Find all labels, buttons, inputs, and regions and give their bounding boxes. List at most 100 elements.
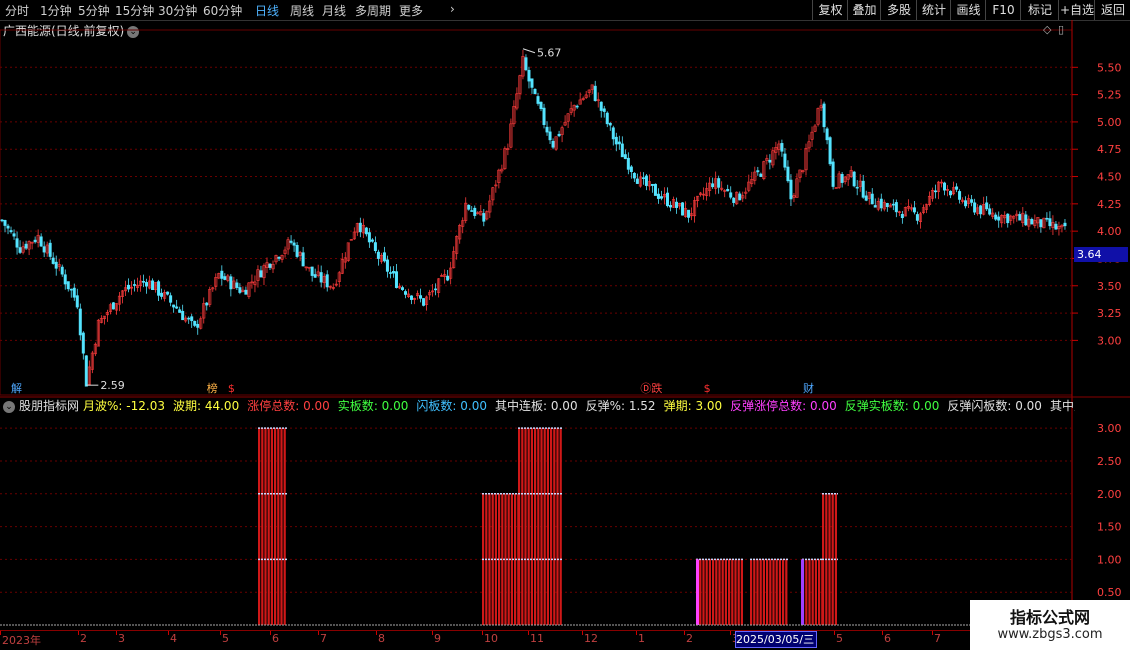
period-tab-4[interactable]: 30分钟 <box>158 2 197 19</box>
date-tick <box>730 631 731 635</box>
field-value: 0.00 <box>381 399 409 413</box>
event-marker[interactable]: $ <box>704 382 711 395</box>
watermark-url: www.zbgs3.com <box>997 627 1103 642</box>
date-tick <box>482 631 483 635</box>
period-tab-2[interactable]: 5分钟 <box>78 2 110 19</box>
toolbar-button-0[interactable]: 复权 <box>812 0 848 20</box>
candle-body <box>786 166 790 182</box>
indicator-field: 闪板数: 0.00 <box>416 399 491 413</box>
y-tick-label: 5.25 <box>1097 89 1122 102</box>
indicator-bar <box>518 428 521 625</box>
candle-body <box>132 284 136 286</box>
diamond-icon[interactable]: ◇ <box>1043 23 1052 36</box>
indicator-bar <box>782 559 785 625</box>
period-tab-1[interactable]: 1分钟 <box>40 2 72 19</box>
period-tab-5[interactable]: 60分钟 <box>203 2 242 19</box>
kline-chart[interactable]: 5.505.255.004.754.504.254.003.753.503.25… <box>0 20 1130 630</box>
indicator-bar <box>808 559 811 625</box>
candle-body <box>611 127 615 140</box>
candle-body <box>172 304 176 308</box>
date-tick <box>318 631 319 635</box>
candle-body <box>289 240 293 243</box>
chevron-right-icon[interactable]: › <box>450 2 455 16</box>
candle-body <box>632 172 636 179</box>
period-tab-6[interactable]: 日线 <box>255 2 279 19</box>
period-tab-3[interactable]: 15分钟 <box>115 2 154 19</box>
toolbar-button-8[interactable]: 返回 <box>1094 0 1130 20</box>
period-tab-8[interactable]: 月线 <box>322 2 346 19</box>
toolbar-button-7[interactable]: +自选 <box>1058 0 1095 20</box>
field-sep: : <box>196 399 205 413</box>
indicator-menu-icon[interactable]: ⌄ <box>3 400 15 413</box>
event-marker[interactable]: $ <box>228 382 235 395</box>
candle-body <box>675 201 679 208</box>
date-tick <box>116 631 117 635</box>
event-marker[interactable]: 解 <box>11 381 22 395</box>
indicator-bar <box>778 559 781 625</box>
candle-body <box>196 323 200 328</box>
selected-date: 2025/03/05/三 <box>735 631 817 648</box>
candle-body <box>482 213 486 222</box>
candle-body <box>422 298 426 306</box>
toolbar-button-5[interactable]: F10 <box>985 0 1021 20</box>
candle-body <box>973 202 977 213</box>
candle-body <box>358 222 362 233</box>
candle-body <box>1045 217 1049 220</box>
current-price-tag: 3.64 <box>1074 247 1128 262</box>
candle-body <box>111 302 115 310</box>
candle-body <box>385 259 389 272</box>
candle-body <box>900 213 904 219</box>
candle-body <box>15 238 19 248</box>
candle-body <box>970 199 974 203</box>
indicator-bar <box>734 559 737 625</box>
indicator-bar <box>753 559 756 625</box>
candle-body <box>193 320 197 326</box>
candle-body <box>985 202 989 210</box>
event-marker[interactable]: 榜 <box>207 381 218 395</box>
date-label: 1 <box>638 632 645 645</box>
candle-body <box>72 287 76 298</box>
event-marker[interactable]: 财 <box>803 381 814 395</box>
candle-body <box>943 182 947 191</box>
indicator-bar <box>274 428 277 625</box>
field-label: 实板数 <box>337 399 374 413</box>
candle-body <box>768 159 772 163</box>
candle-body <box>783 153 787 168</box>
date-label: 9 <box>434 632 441 645</box>
toolbar-button-4[interactable]: 画线 <box>950 0 986 20</box>
candle-body <box>1018 214 1022 221</box>
candle-body <box>473 207 477 216</box>
candle-body <box>536 96 540 104</box>
candle-body <box>542 107 546 125</box>
indicator-bar <box>769 559 772 625</box>
toolbar-button-3[interactable]: 统计 <box>916 0 951 20</box>
event-marker[interactable]: Ⓓ跌 <box>640 381 662 395</box>
period-tab-10[interactable]: 更多 <box>399 2 423 19</box>
period-tab-7[interactable]: 周线 <box>290 2 314 19</box>
candle-body <box>18 247 22 253</box>
period-tab-9[interactable]: 多周期 <box>355 2 391 19</box>
candle-body <box>446 275 450 281</box>
y-tick-label: 5.00 <box>1097 116 1122 129</box>
candle-body <box>653 183 657 196</box>
candle-body <box>726 188 730 192</box>
candle-body <box>325 274 329 288</box>
candle-body <box>410 295 414 300</box>
candle-body <box>681 202 685 216</box>
indicator-y-tick: 0.50 <box>1097 586 1122 599</box>
toolbar-button-1[interactable]: 叠加 <box>847 0 881 20</box>
indicator-bar <box>530 428 533 625</box>
candle-body <box>391 271 395 274</box>
indicator-field: 其中反弹连板: 0.00 <box>1050 399 1075 413</box>
candle-body <box>66 281 70 290</box>
period-tab-0[interactable]: 分时 <box>5 2 29 19</box>
candle-body <box>367 232 371 243</box>
toolbar-button-2[interactable]: 多股 <box>880 0 917 20</box>
candle-body <box>997 216 1001 221</box>
toolbar-button-6[interactable]: 标记 <box>1020 0 1059 20</box>
indicator-bar <box>811 559 814 625</box>
candle-body <box>620 143 624 158</box>
candle-body <box>614 136 618 145</box>
indicator-y-tick: 2.50 <box>1097 455 1122 468</box>
scroll-icon[interactable]: ▯ <box>1058 23 1064 36</box>
